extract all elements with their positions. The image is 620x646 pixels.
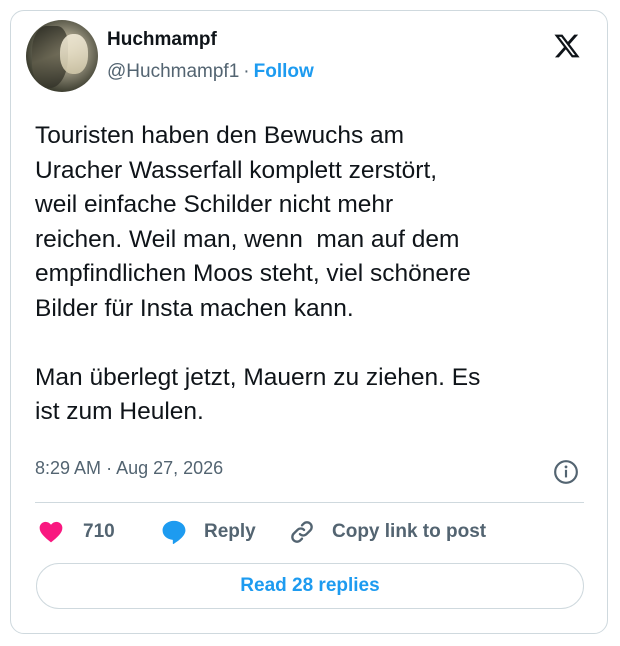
link-icon <box>291 521 313 543</box>
like-button[interactable]: 710 <box>37 517 115 547</box>
handle-separator: · <box>243 61 250 82</box>
follow-button[interactable]: Follow <box>254 61 314 82</box>
reply-label: Reply <box>204 521 256 542</box>
x-logo-icon[interactable] <box>553 32 581 60</box>
author-handle[interactable]: @Huchmampf1 <box>107 61 239 82</box>
copy-link-label: Copy link to post <box>332 521 487 542</box>
avatar-face <box>60 34 88 74</box>
reply-button[interactable]: Reply <box>159 517 256 547</box>
read-replies-button[interactable]: Read 28 replies <box>36 563 584 609</box>
info-icon[interactable] <box>553 459 579 485</box>
divider <box>35 502 584 503</box>
author-name[interactable]: Huchmampf <box>107 29 217 51</box>
speech-bubble-icon <box>162 520 186 545</box>
tweet-time: 8:29 AM <box>35 458 102 478</box>
copy-link-button[interactable]: Copy link to post <box>288 517 486 547</box>
read-replies-label: Read 28 replies <box>240 575 380 596</box>
tweet-text: Touristen haben den Bewuchs am Uracher W… <box>35 122 481 425</box>
avatar[interactable] <box>26 20 98 92</box>
handle-row: @Huchmampf1 · Follow <box>107 61 314 83</box>
tweet-date: Aug 27, 2026 <box>116 458 224 478</box>
timestamp-separator: · <box>106 458 113 478</box>
tweet-timestamp[interactable]: 8:29 AM · Aug 27, 2026 <box>35 458 223 479</box>
heart-icon <box>39 521 63 543</box>
like-count: 710 <box>83 521 115 542</box>
